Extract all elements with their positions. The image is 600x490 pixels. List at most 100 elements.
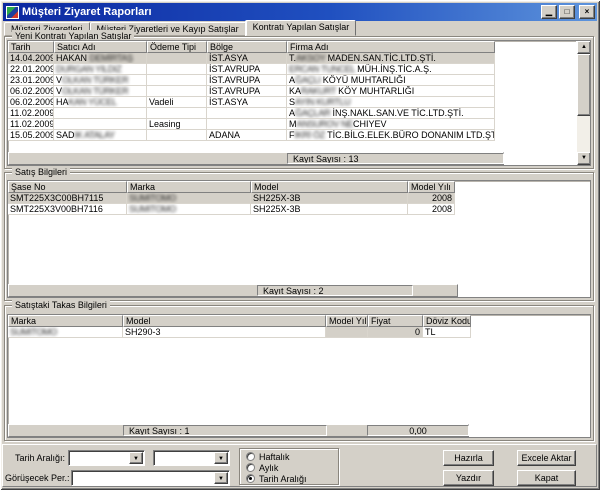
vertical-scrollbar[interactable]: ▲ ▼ xyxy=(576,41,590,165)
tab-kontrati-yapilan-satislar[interactable]: Kontratı Yapılan Satışlar xyxy=(246,20,357,36)
grid-header-row: Marka Model Model Yılı Fiyat Döviz Kodu xyxy=(8,315,590,327)
cell-bolge xyxy=(207,108,287,119)
cell-tarih: 23.01.2009 xyxy=(8,75,54,86)
cell-odeme xyxy=(147,53,207,64)
scrollbar-thumb[interactable] xyxy=(577,54,591,116)
table-row[interactable]: SMT225X3V00BH7116 SUMITOMO SH225X-3B 200… xyxy=(8,204,590,215)
chevron-down-icon: ▼ xyxy=(218,456,224,462)
scroll-up-button[interactable]: ▲ xyxy=(577,41,591,54)
grid-header-row: Şase No Marka Model Model Yılı xyxy=(8,181,590,193)
table-row[interactable]: 06.02.2009 HAKAN YÜCEL Vadeli İST.ASYA S… xyxy=(8,97,590,108)
cell-doviz-kodu: TL xyxy=(423,327,471,338)
column-header-marka[interactable]: Marka xyxy=(127,181,251,193)
column-header-firma-adi[interactable]: Firma Adı xyxy=(287,41,495,53)
radio-icon xyxy=(246,474,255,483)
column-header-odeme-tipi[interactable]: Ödeme Tipi xyxy=(147,41,207,53)
table-row[interactable]: 06.02.2009 VOLKAN TÜRKER İST.AVRUPA KARA… xyxy=(8,86,590,97)
table-row[interactable]: 11.02.2009 AĞAÇLAR İNŞ.NAKL.SAN.VE TİC.L… xyxy=(8,108,590,119)
close-button[interactable]: Kapat xyxy=(517,470,576,486)
cell-firma: FİKRİ ÖZ TİC.BİLG.ELEK.BÜRO DONANIM LTD.… xyxy=(287,130,495,141)
new-contract-sales-grid: Tarih Satıcı Adı Ödeme Tipi Bölge Firma … xyxy=(7,40,591,166)
maximize-button[interactable]: □ xyxy=(559,5,575,19)
table-row[interactable]: 11.02.2009 Leasing MANSUROV NECHIYEV xyxy=(8,119,590,130)
cell-marka: SUMITOMO xyxy=(127,193,251,204)
cell-satici: DURGAN YILDIZ xyxy=(54,64,147,75)
prepare-button[interactable]: Hazırla xyxy=(443,450,494,466)
column-header-model[interactable]: Model xyxy=(123,315,326,327)
cell-bolge: İST.ASYA xyxy=(207,53,287,64)
table-row[interactable]: 15.05.2009 SADIK ATALAY ADANA FİKRİ ÖZ T… xyxy=(8,130,590,141)
minimize-icon: ▁ xyxy=(546,7,552,16)
person-label: Görüşecek Per.: xyxy=(5,472,68,484)
scroll-up-icon: ▲ xyxy=(581,44,587,50)
cell-firma: ERCAN TUNCEL MÜH.İNŞ.TİC.A.Ş. xyxy=(287,64,495,75)
sales-info-grid: Şase No Marka Model Model Yılı SMT225X3C… xyxy=(7,180,591,298)
cell-model: SH225X-3B xyxy=(251,193,408,204)
minimize-button[interactable]: ▁ xyxy=(541,5,557,19)
table-row[interactable]: 22.01.2009 DURGAN YILDIZ İST.AVRUPA ERCA… xyxy=(8,64,590,75)
column-header-tarih[interactable]: Tarih xyxy=(8,41,54,53)
radio-tarih-araligi[interactable]: Tarih Aralığı xyxy=(246,473,338,484)
column-header-bolge[interactable]: Bölge xyxy=(207,41,287,53)
cell-satici: HAKAN DEMİRTAŞ xyxy=(54,53,147,64)
column-header-model-yili[interactable]: Model Yılı xyxy=(326,315,368,327)
cell-satici xyxy=(54,119,147,130)
table-row[interactable]: SUMITOMO SH290-3 0 TL xyxy=(8,327,590,338)
cell-satici: VOLKAN TÜRKER xyxy=(54,75,147,86)
dropdown-button[interactable]: ▼ xyxy=(214,472,228,484)
cell-firma: MANSUROV NECHIYEV xyxy=(287,119,495,130)
column-header-doviz-kodu[interactable]: Döviz Kodu xyxy=(423,315,471,327)
cell-firma: AĞAÇLAR İNŞ.NAKL.SAN.VE TİC.LTD.ŞTİ. xyxy=(287,108,495,119)
cell-tarih: 14.04.2009 xyxy=(8,53,54,64)
record-count: Kayıt Sayısı : 1 xyxy=(123,425,327,436)
export-excel-button[interactable]: Excele Aktar xyxy=(517,450,576,466)
table-row[interactable]: 23.01.2009 VOLKAN TÜRKER İST.AVRUPA AĞAÇ… xyxy=(8,75,590,86)
scroll-down-button[interactable]: ▼ xyxy=(577,152,591,165)
close-icon: × xyxy=(585,7,590,16)
cell-model-yili: 2008 xyxy=(408,204,455,215)
app-icon xyxy=(6,6,19,19)
record-count: Kayıt Sayısı : 13 xyxy=(287,153,504,164)
table-row[interactable]: 14.04.2009 HAKAN DEMİRTAŞ İST.ASYA T.AKS… xyxy=(8,53,590,64)
cell-odeme xyxy=(147,75,207,86)
person-combo[interactable]: ▼ xyxy=(71,470,230,486)
cell-sase-no: SMT225X3V00BH7116 xyxy=(8,204,127,215)
cell-odeme xyxy=(147,64,207,75)
column-header-sase-no[interactable]: Şase No xyxy=(8,181,127,193)
print-button[interactable]: Yazdır xyxy=(443,470,494,486)
cell-bolge: İST.ASYA xyxy=(207,97,287,108)
period-radio-group: Haftalık Aylık Tarih Aralığı xyxy=(239,448,339,485)
column-header-satici-adi[interactable]: Satıcı Adı xyxy=(54,41,147,53)
date-from-combo[interactable]: ▼ xyxy=(68,450,145,466)
grid-footer: Kayıt Sayısı : 13 xyxy=(8,152,504,165)
groupbox-title: Satıştaki Takas Bilgileri xyxy=(12,299,110,311)
column-header-model-yili[interactable]: Model Yılı xyxy=(408,181,455,193)
cell-sase-no: SMT225X3C00BH7115 xyxy=(8,193,127,204)
close-window-button[interactable]: × xyxy=(579,5,595,19)
radio-haftalik[interactable]: Haftalık xyxy=(246,451,338,462)
filter-panel: Tarih Aralığı: ▼ ▼ Görüşecek Per.: ▼ Haf… xyxy=(2,444,597,487)
column-header-model[interactable]: Model xyxy=(251,181,408,193)
radio-aylik[interactable]: Aylık xyxy=(246,462,338,473)
column-header-fiyat[interactable]: Fiyat xyxy=(368,315,423,327)
cell-satici xyxy=(54,108,147,119)
cell-firma: KARAKURT KÖY MUHTARLIĞI xyxy=(287,86,495,97)
grid-footer: Kayıt Sayısı : 2 xyxy=(8,284,458,297)
cell-bolge: İST.AVRUPA xyxy=(207,86,287,97)
cell-model-yili: 2008 xyxy=(408,193,455,204)
cell-satici: HAKAN YÜCEL xyxy=(54,97,147,108)
cell-model: SH225X-3B xyxy=(251,204,408,215)
trade-in-groupbox: Satıştaki Takas Bilgileri Marka Model Mo… xyxy=(4,305,594,441)
table-row[interactable]: SMT225X3C00BH7115 SUMITOMO SH225X-3B 200… xyxy=(8,193,590,204)
column-header-marka[interactable]: Marka xyxy=(8,315,123,327)
grid-footer: Kayıt Sayısı : 1 0,00 xyxy=(8,424,469,437)
title-bar[interactable]: Müşteri Ziyaret Raporları ▁ □ × xyxy=(3,3,597,21)
radio-icon xyxy=(246,452,255,461)
sales-info-groupbox: Satış Bilgileri Şase No Marka Model Mode… xyxy=(4,172,594,301)
date-to-combo[interactable]: ▼ xyxy=(153,450,230,466)
chevron-down-icon: ▼ xyxy=(133,456,139,462)
dropdown-button[interactable]: ▼ xyxy=(214,452,228,464)
cell-bolge xyxy=(207,119,287,130)
record-count: Kayıt Sayısı : 2 xyxy=(257,285,413,296)
dropdown-button[interactable]: ▼ xyxy=(129,452,143,464)
